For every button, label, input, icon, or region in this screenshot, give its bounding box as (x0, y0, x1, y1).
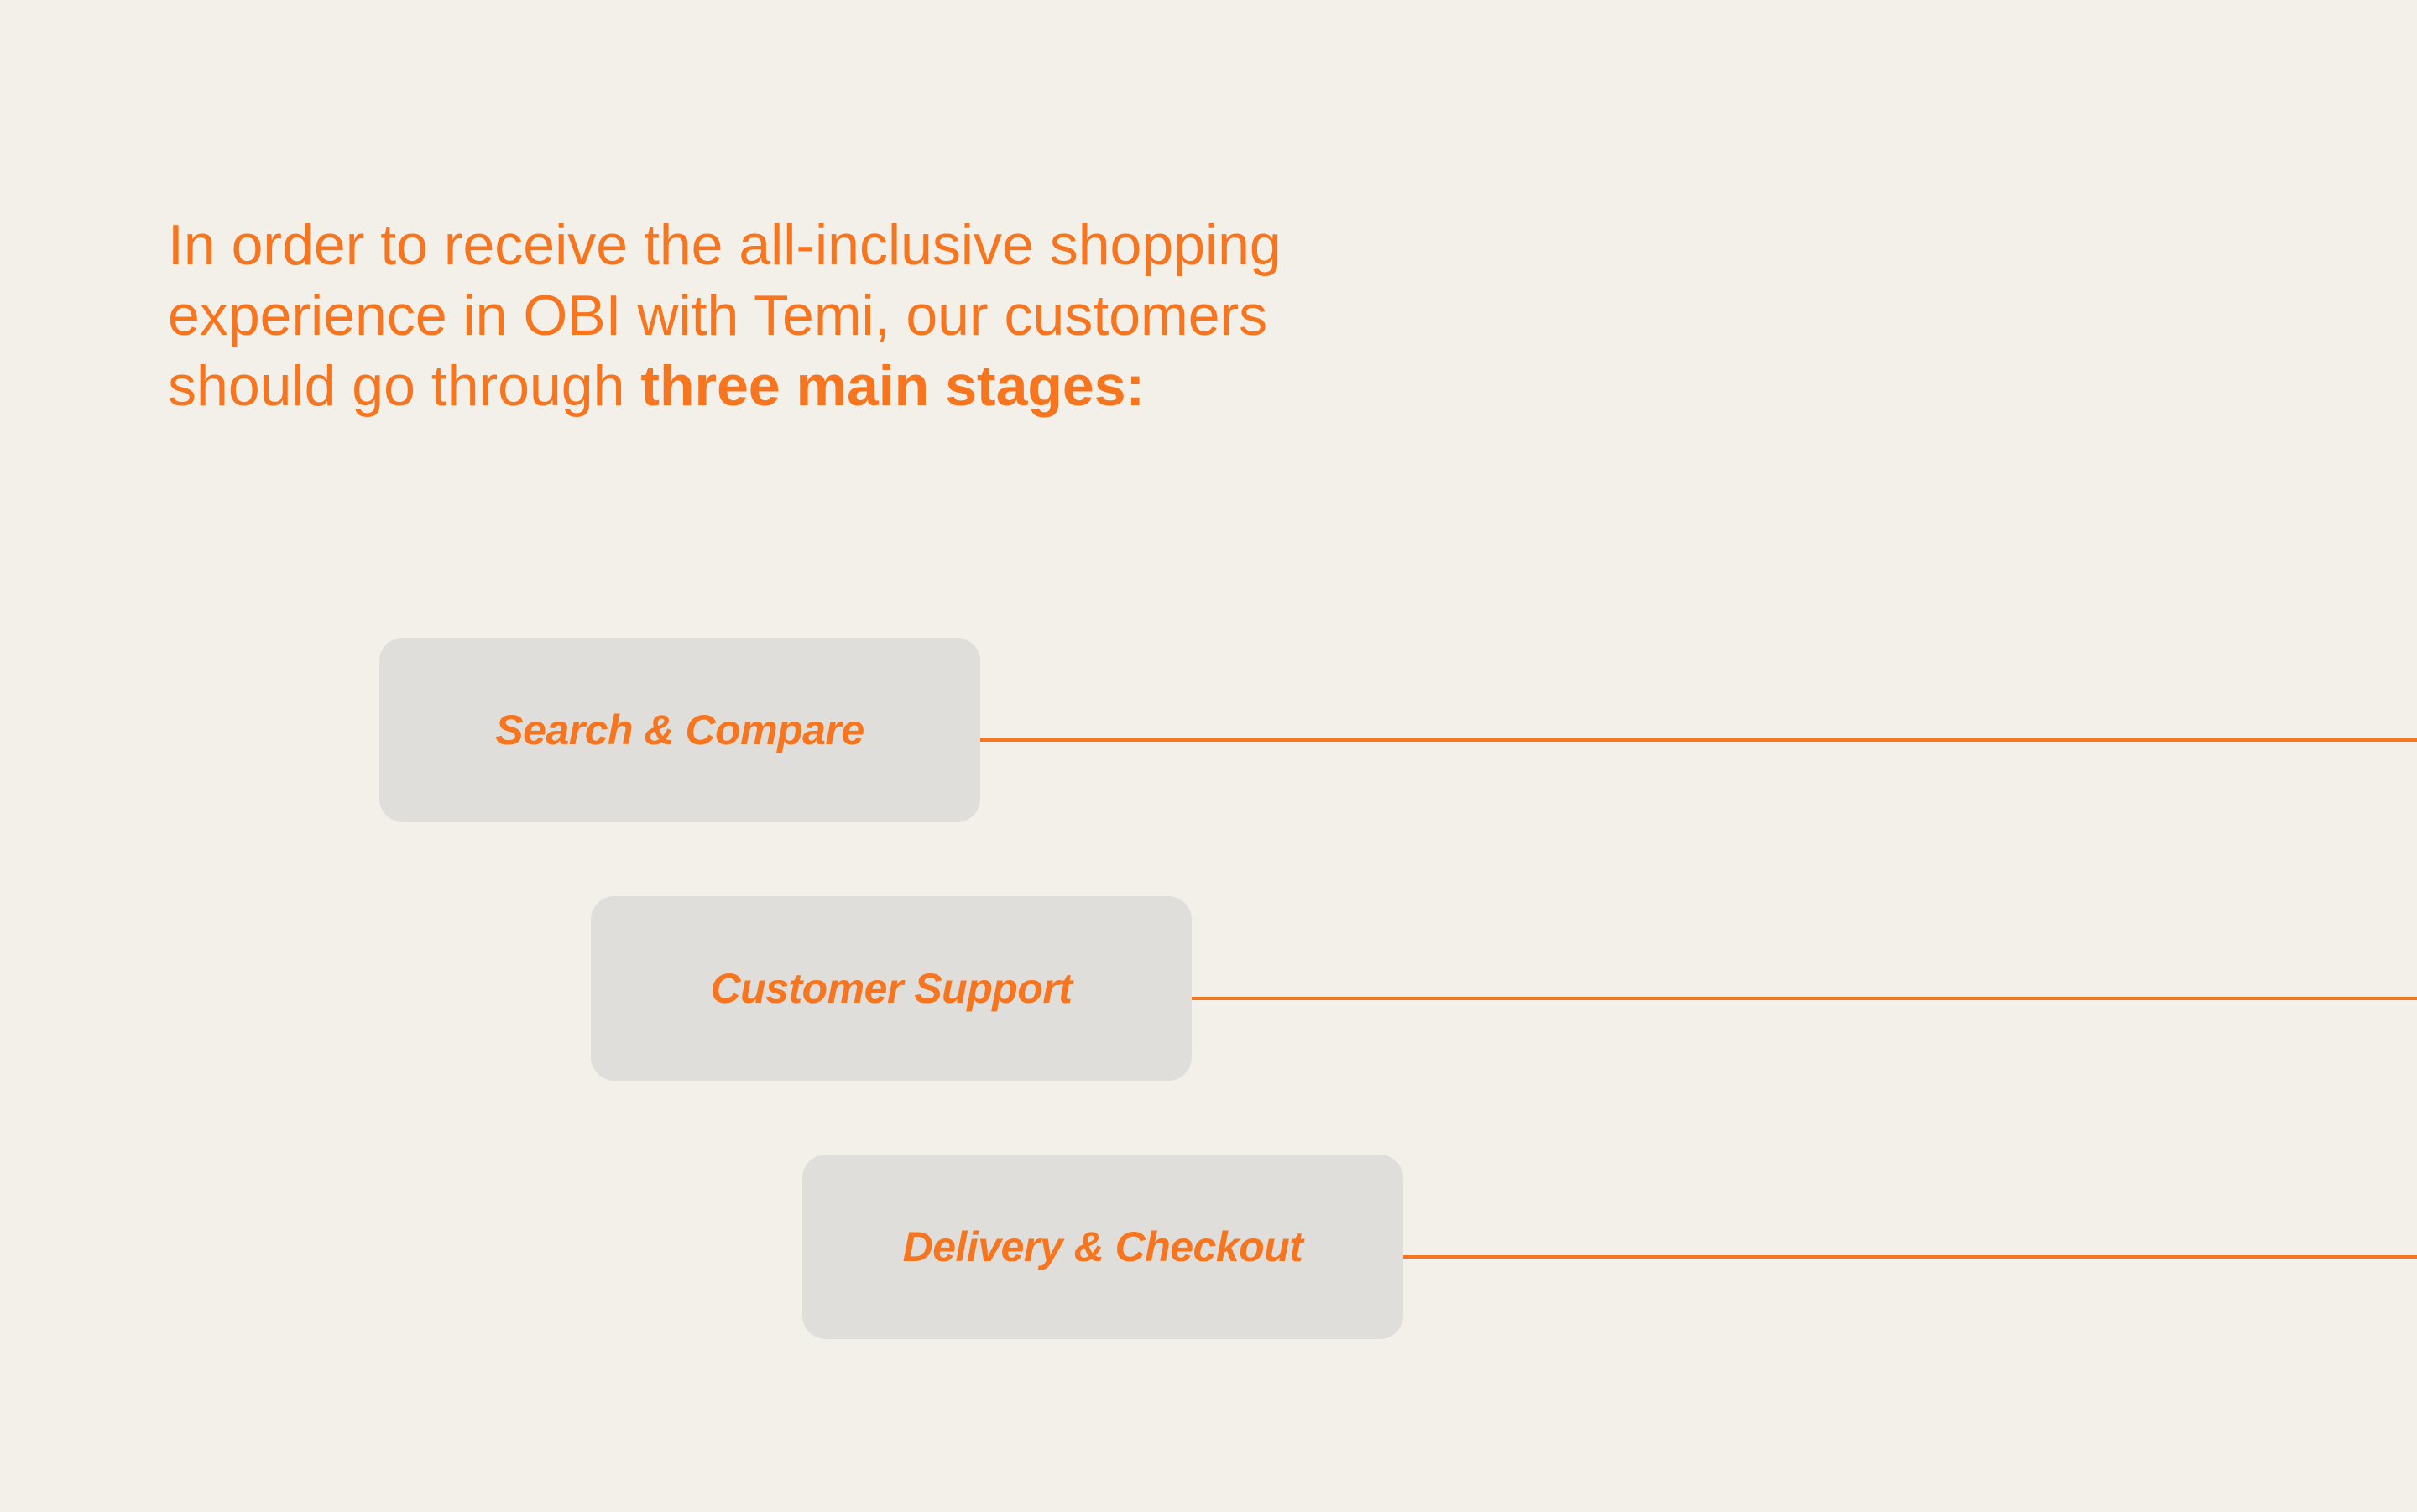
stage-box-delivery-checkout: Delivery & Checkout (802, 1155, 1403, 1339)
stage-label-search-compare: Search & Compare (495, 706, 864, 753)
intro-text: In order to receive the all-inclusive sh… (168, 210, 1427, 421)
intro-line-2: experience in OBI with Temi, our custome… (168, 284, 1268, 347)
intro-line-3: should go through three main stages: (168, 351, 1427, 421)
stage-label-customer-support: Customer Support (710, 965, 1073, 1012)
stage-label-delivery-checkout: Delivery & Checkout (902, 1223, 1303, 1270)
stage-box-customer-support: Customer Support (591, 896, 1192, 1081)
stage-connector-line-1 (980, 738, 2417, 742)
stage-connector-line-2 (1192, 997, 2417, 1000)
intro-line-3-prefix: should go through (168, 354, 641, 418)
intro-line-1: In order to receive the all-inclusive sh… (168, 213, 1282, 277)
stage-box-search-compare: Search & Compare (379, 638, 980, 822)
stage-connector-line-3 (1403, 1255, 2417, 1259)
intro-emphasis: three main stages: (640, 354, 1146, 418)
